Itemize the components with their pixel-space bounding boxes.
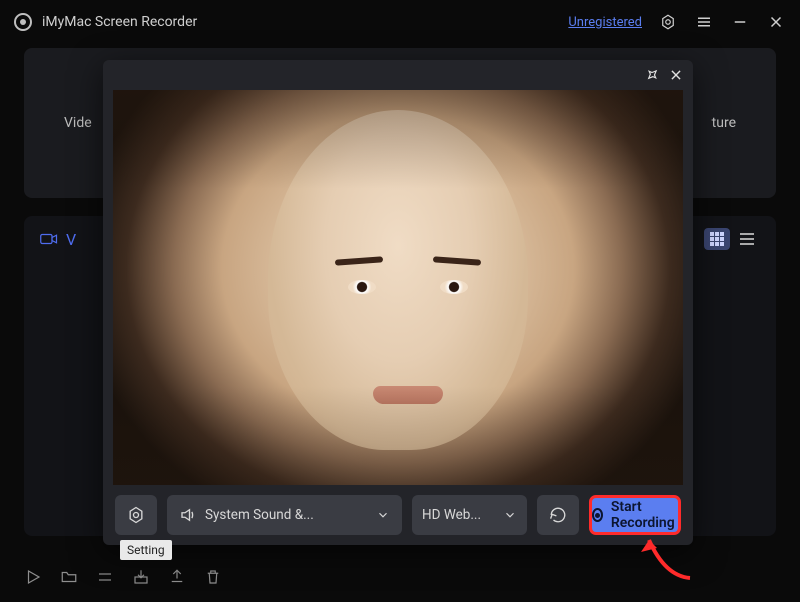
speaker-icon — [179, 506, 197, 524]
modal-controls: Setting System Sound &... HD Web... Star… — [103, 485, 693, 545]
audio-source-dropdown[interactable]: System Sound &... — [167, 495, 402, 535]
minimize-icon[interactable] — [730, 12, 750, 32]
play-icon[interactable] — [24, 568, 42, 586]
start-recording-button[interactable]: Start Recording — [589, 495, 681, 535]
record-icon — [592, 508, 603, 522]
grid-view-button[interactable] — [704, 228, 730, 250]
chevron-down-icon — [376, 508, 390, 522]
camera-source-label: HD Web... — [422, 507, 481, 523]
mode-card-left-label: Vide — [64, 115, 92, 131]
recordings-tab[interactable]: V — [40, 230, 76, 249]
audio-source-label: System Sound &... — [205, 507, 314, 523]
titlebar: iMyMac Screen Recorder Unregistered — [0, 0, 800, 44]
titlebar-right: Unregistered — [568, 12, 786, 32]
face-feature — [433, 256, 481, 265]
list-view-button[interactable] — [734, 228, 760, 250]
app-logo-icon — [14, 13, 32, 31]
settings-tooltip: Setting — [120, 540, 172, 560]
folder-icon[interactable] — [60, 568, 78, 586]
mode-card-right-label: ture — [712, 115, 736, 131]
webcam-preview — [113, 90, 683, 485]
rename-icon[interactable] — [96, 568, 114, 586]
settings-gear-icon[interactable] — [658, 12, 678, 32]
recordings-tab-label: V — [66, 230, 76, 249]
share-icon[interactable] — [168, 568, 186, 586]
bottom-toolbar — [24, 568, 222, 586]
menu-icon[interactable] — [694, 12, 714, 32]
refresh-button[interactable] — [537, 495, 579, 535]
close-icon[interactable] — [766, 12, 786, 32]
face-feature — [335, 256, 383, 265]
webcam-preview-modal: Setting System Sound &... HD Web... Star… — [103, 60, 693, 545]
modal-close-icon[interactable] — [669, 68, 683, 82]
pin-icon[interactable] — [645, 68, 659, 82]
camera-source-dropdown[interactable]: HD Web... — [412, 495, 527, 535]
view-toggle — [704, 228, 760, 250]
trash-icon[interactable] — [204, 568, 222, 586]
chevron-down-icon — [503, 508, 517, 522]
refresh-icon — [549, 506, 567, 524]
modal-header — [103, 60, 693, 90]
app-title: iMyMac Screen Recorder — [42, 14, 197, 30]
settings-button[interactable] — [115, 495, 157, 535]
start-recording-label: Start Recording — [611, 499, 678, 531]
titlebar-left: iMyMac Screen Recorder — [14, 13, 197, 31]
export-icon[interactable] — [132, 568, 150, 586]
face-feature — [373, 386, 443, 404]
face-feature — [348, 280, 376, 294]
unregistered-link[interactable]: Unregistered — [568, 15, 642, 30]
face-feature — [440, 280, 468, 294]
